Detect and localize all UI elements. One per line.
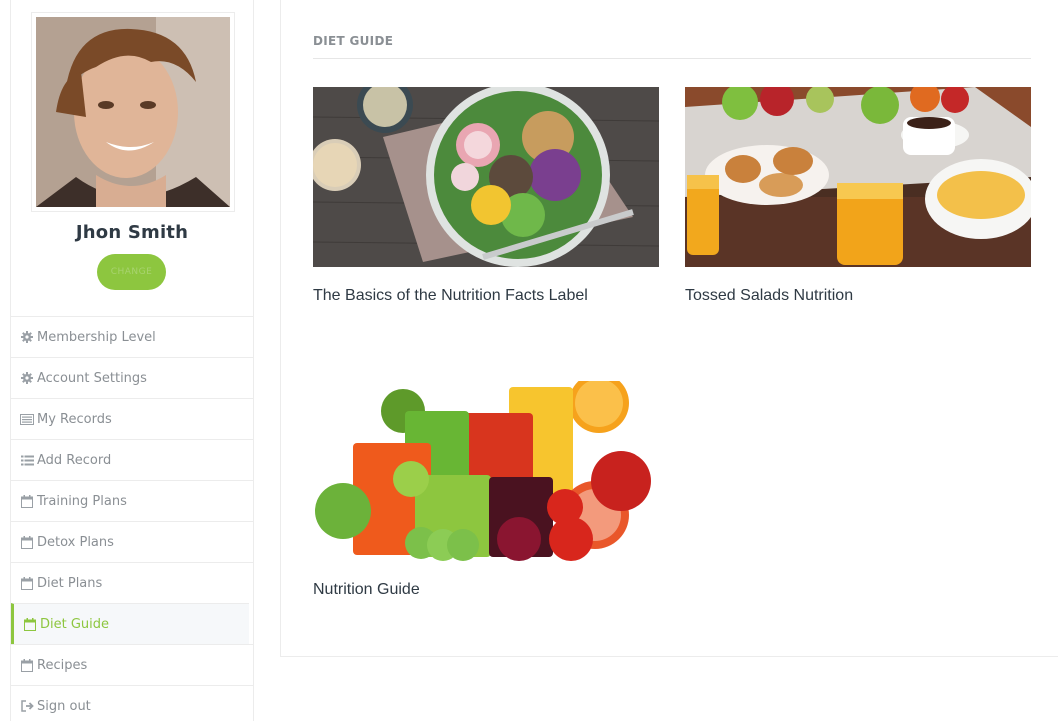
sidebar-item-label: Account Settings <box>37 370 147 386</box>
sidebar-item-diet-plans[interactable]: Diet Plans <box>11 562 253 603</box>
avatar <box>36 17 230 207</box>
sidebar-item-account-settings[interactable]: Account Settings <box>11 357 253 398</box>
calendar-icon <box>23 617 37 631</box>
card-title[interactable]: Tossed Salads Nutrition <box>685 287 1031 305</box>
sidebar-item-label: Add Record <box>37 452 112 468</box>
card-title[interactable]: Nutrition Guide <box>313 581 659 599</box>
gear-icon <box>20 330 34 344</box>
sidebar-menu: Membership Level Account Settings My Rec… <box>11 316 253 726</box>
guide-card[interactable]: Nutrition Guide <box>313 381 659 599</box>
sidebar-item-label: My Records <box>37 411 112 427</box>
sidebar-item-training-plans[interactable]: Training Plans <box>11 480 253 521</box>
profile-name: Jhon Smith <box>75 222 189 243</box>
list-alt-icon <box>20 412 34 426</box>
calendar-icon <box>20 494 34 508</box>
guide-card[interactable]: The Basics of the Nutrition Facts Label <box>313 87 659 305</box>
sidebar-item-label: Training Plans <box>37 493 127 509</box>
juices-photo[interactable] <box>313 381 659 561</box>
sidebar-item-membership-level[interactable]: Membership Level <box>11 316 253 357</box>
sign-out-icon <box>20 699 34 713</box>
sidebar-item-recipes[interactable]: Recipes <box>11 644 253 685</box>
sidebar-item-label: Diet Plans <box>37 575 103 591</box>
avatar-frame <box>31 12 235 212</box>
sidebar-item-label: Recipes <box>37 657 88 673</box>
calendar-icon <box>20 535 34 549</box>
change-photo-button[interactable]: CHANGE <box>97 254 166 290</box>
sidebar: Jhon Smith CHANGE Membership Level Accou… <box>10 0 254 721</box>
page-title: DIET GUIDE <box>313 34 394 48</box>
sidebar-item-add-record[interactable]: Add Record <box>11 439 253 480</box>
title-divider <box>313 58 1031 59</box>
sidebar-item-label: Detox Plans <box>37 534 114 550</box>
calendar-icon <box>20 576 34 590</box>
gear-icon <box>20 371 34 385</box>
breakfast-table-photo[interactable] <box>685 87 1031 267</box>
sidebar-item-label: Diet Guide <box>40 616 110 632</box>
main-content: DIET GUIDE The Basics of the Nutrition F… <box>280 0 1058 657</box>
sidebar-item-diet-guide[interactable]: Diet Guide <box>11 603 249 644</box>
sidebar-item-label: Membership Level <box>37 329 156 345</box>
salad-bowl-photo[interactable] <box>313 87 659 267</box>
calendar-icon <box>20 658 34 672</box>
sidebar-item-detox-plans[interactable]: Detox Plans <box>11 521 253 562</box>
guide-card[interactable]: Tossed Salads Nutrition <box>685 87 1031 305</box>
sidebar-item-my-records[interactable]: My Records <box>11 398 253 439</box>
sidebar-item-sign-out[interactable]: Sign out <box>11 685 253 726</box>
card-title[interactable]: The Basics of the Nutrition Facts Label <box>313 287 659 305</box>
sidebar-item-label: Sign out <box>37 698 91 714</box>
list-icon <box>20 453 34 467</box>
